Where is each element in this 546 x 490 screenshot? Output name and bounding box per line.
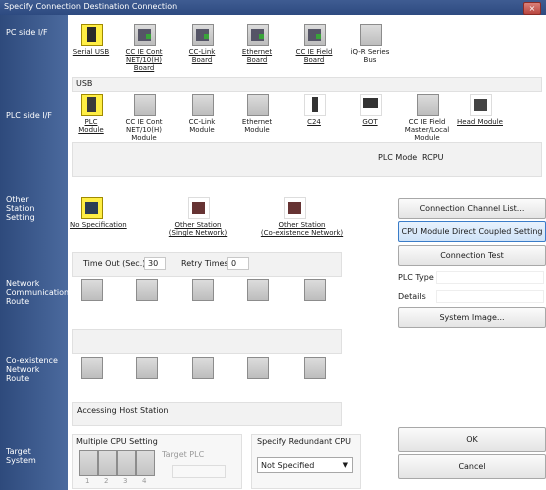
cpu-1-button[interactable] — [79, 450, 98, 476]
target-plc-label: Target PLC — [162, 450, 205, 459]
retry-label: Retry Times — [181, 259, 229, 268]
label-network-route: Network Communication Route — [6, 279, 70, 306]
net-ethernet-icon[interactable] — [192, 279, 214, 301]
label-target-system: Target System — [6, 447, 36, 465]
plc-item-ethernet[interactable]: Ethernet Module — [235, 118, 279, 134]
redundant-cpu-panel: Specify Redundant CPU Not Specified ▼ — [251, 434, 361, 489]
coexistence-status-panel: Accessing Host Station — [72, 402, 342, 426]
redundant-cpu-label: Specify Redundant CPU — [257, 437, 351, 446]
plc-module-icon[interactable] — [81, 94, 103, 116]
plc-mode-label: PLC Mode — [378, 153, 418, 162]
cc-ie-cont-module-icon[interactable] — [134, 94, 156, 116]
other-item-coexistence[interactable]: Other Station (Co-existence Network) — [254, 221, 350, 237]
cpu-number-2: 2 — [104, 477, 109, 485]
no-specification-icon[interactable] — [81, 197, 103, 219]
timeout-input[interactable]: 30 — [144, 257, 166, 270]
plc-mode-value: RCPU — [422, 153, 444, 162]
coex-cc-ie-field-icon[interactable] — [136, 357, 158, 379]
title-bar: Specify Connection Destination Connectio… — [0, 0, 546, 15]
plc-type-value — [436, 271, 544, 284]
net-cc-ie-field-icon[interactable] — [136, 279, 158, 301]
cancel-button[interactable]: Cancel — [398, 454, 546, 479]
pc-item-cc-ie-field[interactable]: CC IE Field Board — [290, 48, 338, 64]
cc-link-module-icon[interactable] — [192, 94, 214, 116]
label-pc-side: PC side I/F — [6, 28, 48, 37]
plc-info-panel: PLC Mode RCPU — [72, 142, 542, 177]
connection-channel-list-button[interactable]: Connection Channel List... — [398, 198, 546, 219]
plc-item-head-module[interactable]: Head Module — [454, 118, 506, 126]
pc-status-bar: USB — [72, 77, 542, 92]
cpu-3-button[interactable] — [117, 450, 136, 476]
plc-item-got[interactable]: GOT — [350, 118, 390, 126]
other-item-no-spec[interactable]: No Specification — [70, 221, 130, 229]
coex-c24-icon[interactable] — [304, 357, 326, 379]
cc-ie-field-module-icon[interactable] — [417, 94, 439, 116]
pc-status-text: USB — [76, 79, 93, 88]
plc-item-cc-link[interactable]: CC-Link Module — [180, 118, 224, 134]
section-sidebar: PC side I/F PLC side I/F Other Station S… — [0, 15, 70, 490]
cpu-number-4: 4 — [142, 477, 147, 485]
cpu-direct-coupled-button[interactable]: CPU Module Direct Coupled Setting — [398, 221, 546, 242]
cpu-2-button[interactable] — [98, 450, 117, 476]
cpu-number-1: 1 — [85, 477, 90, 485]
pc-item-serial-usb[interactable]: Serial USB — [70, 48, 112, 56]
retry-input[interactable]: 0 — [227, 257, 249, 270]
plc-type-label: PLC Type — [398, 273, 434, 282]
pc-item-cc-ie-cont[interactable]: CC IE Cont NET/10(H) Board — [120, 48, 168, 72]
ethernet-board-icon[interactable] — [247, 24, 269, 46]
cc-ie-field-board-icon[interactable] — [304, 24, 326, 46]
net-cc-ie-cont-icon[interactable] — [81, 279, 103, 301]
timeout-panel: Time Out (Sec.) 30 Retry Times 0 — [72, 252, 342, 277]
got-icon[interactable] — [360, 94, 382, 116]
main-area: Serial USB CC IE Cont NET/10(H) Board CC… — [68, 15, 546, 490]
other-item-single-network[interactable]: Other Station (Single Network) — [164, 221, 232, 237]
cpu-number-3: 3 — [123, 477, 128, 485]
system-image-button[interactable]: System Image... — [398, 307, 546, 328]
head-module-icon[interactable] — [470, 94, 492, 116]
net-cc-link-icon[interactable] — [247, 279, 269, 301]
multiple-cpu-label: Multiple CPU Setting — [76, 437, 158, 446]
pc-item-cc-link[interactable]: CC-Link Board — [180, 48, 224, 64]
coex-cc-ie-cont-icon[interactable] — [81, 357, 103, 379]
connection-test-button[interactable]: Connection Test — [398, 245, 546, 266]
redundant-cpu-select[interactable]: Not Specified ▼ — [257, 457, 353, 473]
details-value — [436, 290, 544, 303]
plc-item-c24[interactable]: C24 — [294, 118, 334, 126]
label-other-station: Other Station Setting — [6, 195, 35, 222]
window-title: Specify Connection Destination Connectio… — [4, 2, 178, 11]
redundant-cpu-value: Not Specified — [261, 461, 315, 470]
plc-item-plc-module[interactable]: PLC Module — [70, 118, 112, 134]
cpu-4-button[interactable] — [136, 450, 155, 476]
close-button[interactable]: × — [523, 2, 541, 15]
network-route-panel — [72, 329, 342, 354]
serial-usb-icon[interactable] — [81, 24, 103, 46]
c24-icon[interactable] — [304, 94, 326, 116]
plc-item-cc-ie-field[interactable]: CC IE Field Master/Local Module — [402, 118, 452, 142]
target-plc-input[interactable] — [172, 465, 226, 478]
label-plc-side: PLC side I/F — [6, 111, 52, 120]
coexistence-network-icon[interactable] — [284, 197, 306, 219]
cc-ie-cont-board-icon[interactable] — [134, 24, 156, 46]
pc-item-ethernet[interactable]: Ethernet Board — [235, 48, 279, 64]
multiple-cpu-panel: Multiple CPU Setting 1 2 3 4 Target PLC — [72, 434, 242, 489]
ethernet-module-icon[interactable] — [247, 94, 269, 116]
label-coexistence-route: Co-existence Network Route — [6, 356, 58, 383]
iqr-bus-icon[interactable] — [360, 24, 382, 46]
cc-link-board-icon[interactable] — [192, 24, 214, 46]
ok-button[interactable]: OK — [398, 427, 546, 452]
timeout-label: Time Out (Sec.) — [83, 259, 146, 268]
coexistence-status-text: Accessing Host Station — [77, 406, 169, 415]
single-network-icon[interactable] — [188, 197, 210, 219]
coex-cc-link-icon[interactable] — [247, 357, 269, 379]
net-c24-icon[interactable] — [304, 279, 326, 301]
plc-item-cc-ie-cont[interactable]: CC IE Cont NET/10(H) Module — [120, 118, 168, 142]
details-label: Details — [398, 292, 426, 301]
chevron-down-icon: ▼ — [342, 461, 348, 469]
pc-item-iqr-bus[interactable]: iQ-R Series Bus — [344, 48, 396, 64]
coex-ethernet-icon[interactable] — [192, 357, 214, 379]
